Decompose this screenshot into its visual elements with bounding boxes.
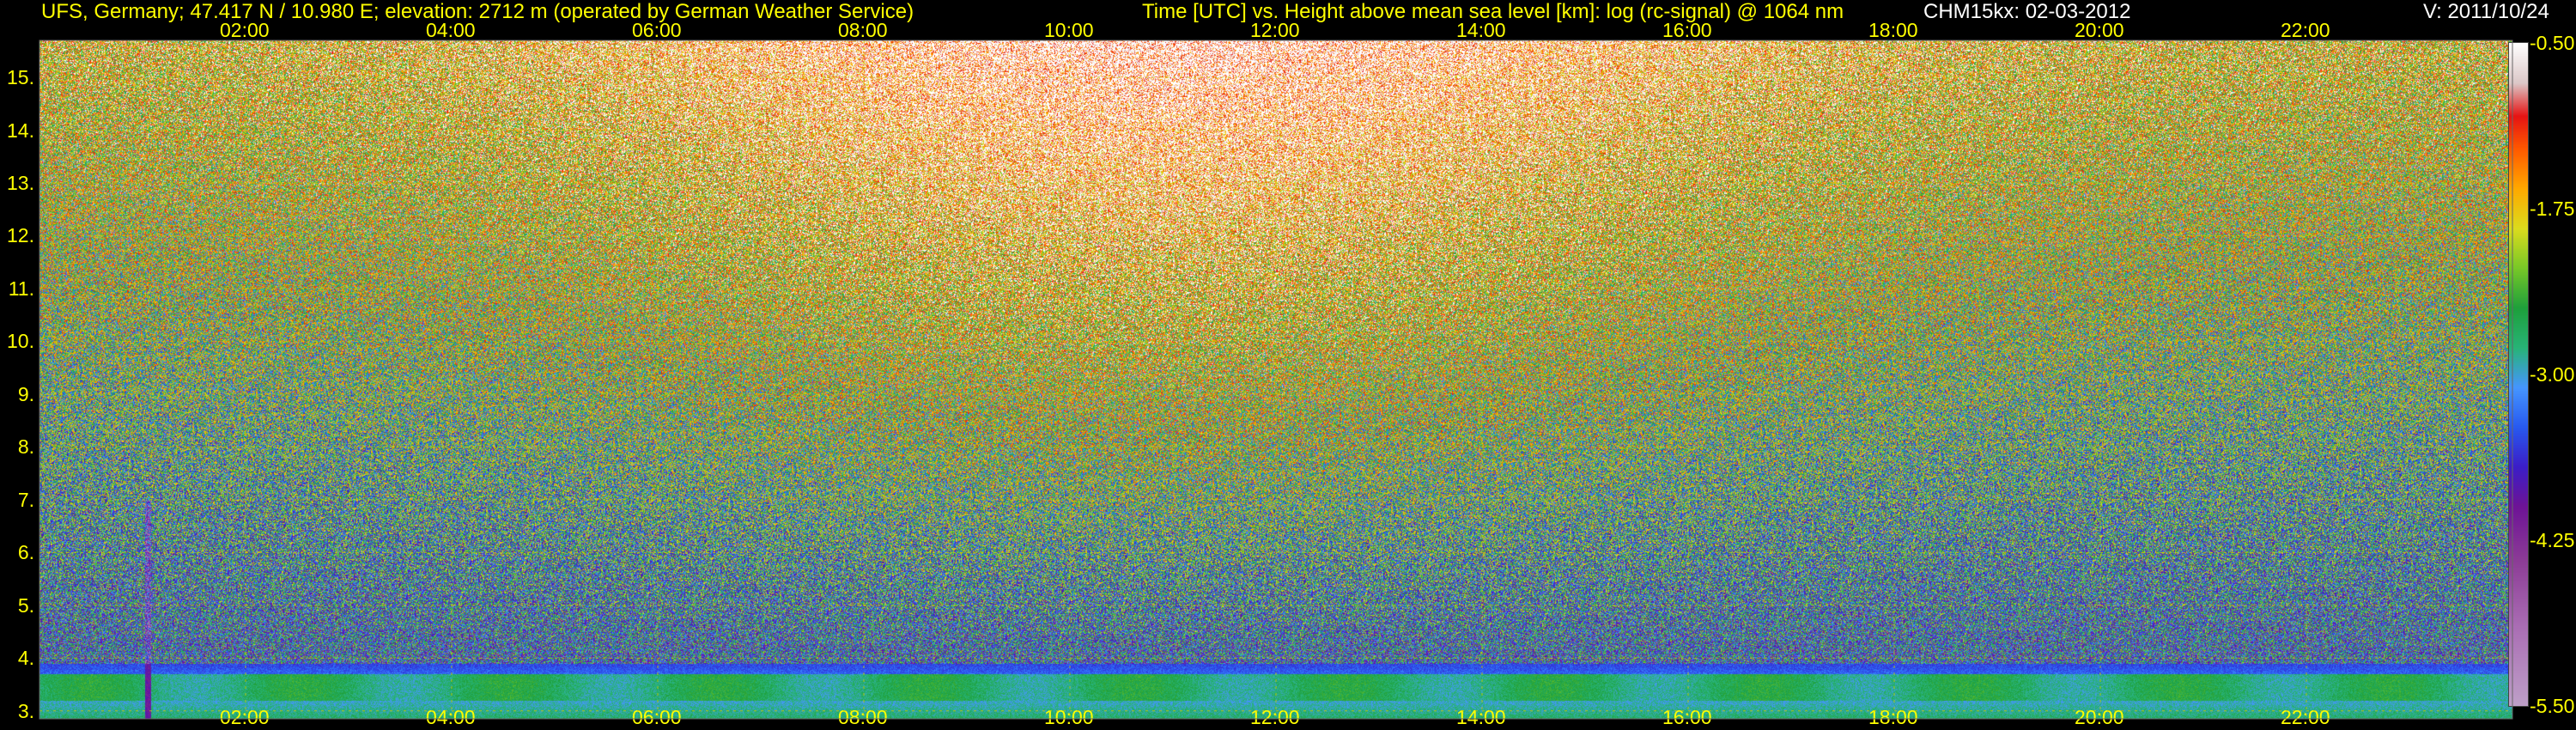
grid-overlay <box>39 40 2513 720</box>
